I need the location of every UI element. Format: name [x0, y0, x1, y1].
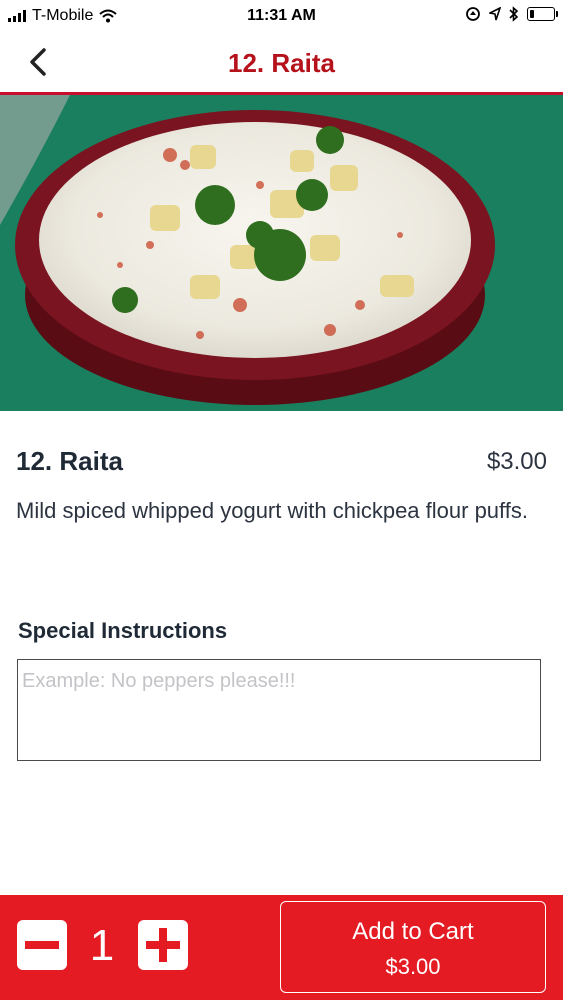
add-to-cart-total: $3.00	[385, 954, 441, 979]
location-lock-icon	[466, 7, 480, 21]
battery-level	[530, 10, 534, 18]
increase-quantity-button[interactable]	[138, 920, 188, 970]
item-photo	[0, 95, 563, 411]
item-description: Mild spiced whipped yogurt with chickpea…	[16, 498, 528, 523]
bottom-bar: 1 Add to Cart $3.00	[0, 895, 563, 1000]
status-bar: T-Mobile 11:31 AM	[0, 0, 563, 34]
quantity-value: 1	[89, 921, 115, 970]
item-name: 12. Raita	[16, 446, 123, 476]
add-to-cart-label: Add to Cart	[352, 918, 474, 945]
special-instructions-input[interactable]	[17, 659, 541, 761]
nav-bar: 12. Raita	[0, 34, 563, 95]
decrease-quantity-button[interactable]	[17, 920, 67, 970]
bluetooth-icon	[509, 6, 519, 22]
special-instructions-label: Special Instructions	[18, 618, 228, 643]
location-arrow-icon	[489, 7, 501, 21]
battery-icon	[527, 7, 558, 21]
status-right	[465, 6, 558, 22]
add-to-cart-button[interactable]: Add to Cart $3.00	[280, 901, 546, 993]
item-price: $3.00	[486, 448, 547, 475]
page-title: 12. Raita	[228, 48, 335, 78]
